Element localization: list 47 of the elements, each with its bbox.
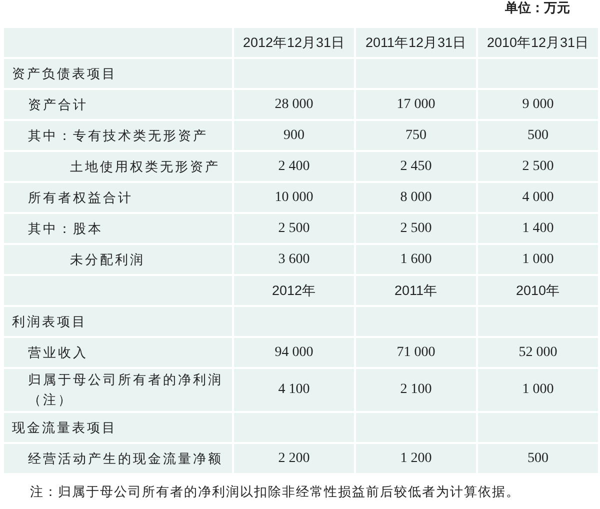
table-cell: 28 000 bbox=[274, 96, 314, 112]
table-cell: 2 500 bbox=[522, 158, 554, 174]
row-label: 其中：专有技术类无形资产 bbox=[28, 128, 208, 142]
table-cell: 4 100 bbox=[278, 382, 310, 397]
table-cell: 10 000 bbox=[274, 190, 314, 204]
row-label: 所有者权益合计 bbox=[28, 190, 133, 204]
row-label: 资产合计 bbox=[28, 96, 88, 112]
table-cell: 52 000 bbox=[518, 344, 558, 360]
table-cell: 750 bbox=[406, 128, 426, 142]
column-header: 2011年 bbox=[394, 282, 438, 298]
table-cell: 3 600 bbox=[278, 252, 310, 266]
table-cell: 1 600 bbox=[400, 252, 432, 266]
row-label: 资产负债表项目 bbox=[12, 66, 117, 80]
table-cell: 2 500 bbox=[278, 220, 310, 236]
column-header: 2010年 bbox=[516, 282, 560, 298]
footnote: 注：归属于母公司所有者的净利润以扣除非经常性损益前后较低者为计算依据。 bbox=[29, 483, 521, 501]
unit-label: 单位：万元 bbox=[504, 0, 571, 17]
table-cell: 1 400 bbox=[522, 220, 554, 236]
row-label: 经营活动产生的现金流量净额 bbox=[28, 450, 223, 466]
table-cell: 4 000 bbox=[522, 190, 554, 204]
table-cell: 2 400 bbox=[278, 158, 310, 174]
table-cell: 71 000 bbox=[396, 344, 436, 360]
table-cell: 17 000 bbox=[396, 96, 436, 112]
row-label: 营业收入 bbox=[28, 344, 88, 360]
column-header: 2010年12月31日 bbox=[486, 34, 590, 50]
table-cell: 2 100 bbox=[400, 382, 432, 397]
column-header: 2012年12月31日 bbox=[242, 34, 346, 50]
row-label: 利润表项目 bbox=[12, 314, 87, 328]
column-header: 2011年12月31日 bbox=[365, 34, 467, 50]
row-label: 土地使用权类无形资产 bbox=[70, 158, 220, 174]
table-cell: 2 450 bbox=[400, 158, 432, 174]
table-cell: 8 000 bbox=[400, 190, 432, 204]
row-label: 其中：股本 bbox=[28, 220, 103, 236]
row-label: 现金流量表项目 bbox=[12, 420, 117, 434]
column-header: 2012年 bbox=[272, 282, 316, 298]
row-label: 未分配利润 bbox=[70, 252, 145, 266]
table-cell: 1 200 bbox=[400, 450, 432, 466]
table-cell: 2 200 bbox=[278, 450, 310, 466]
table-cell: 900 bbox=[284, 128, 304, 142]
table-cell: 500 bbox=[528, 128, 548, 142]
table-cell: 500 bbox=[528, 450, 548, 466]
table-cell: 2 500 bbox=[400, 220, 432, 236]
table-cell: 1 000 bbox=[522, 382, 554, 397]
row-label: 归属于母公司所有者的净利润（注） bbox=[28, 372, 223, 407]
table-cell: 1 000 bbox=[522, 252, 554, 266]
table-cell: 94 000 bbox=[274, 344, 314, 360]
table-cell: 9 000 bbox=[522, 96, 554, 112]
